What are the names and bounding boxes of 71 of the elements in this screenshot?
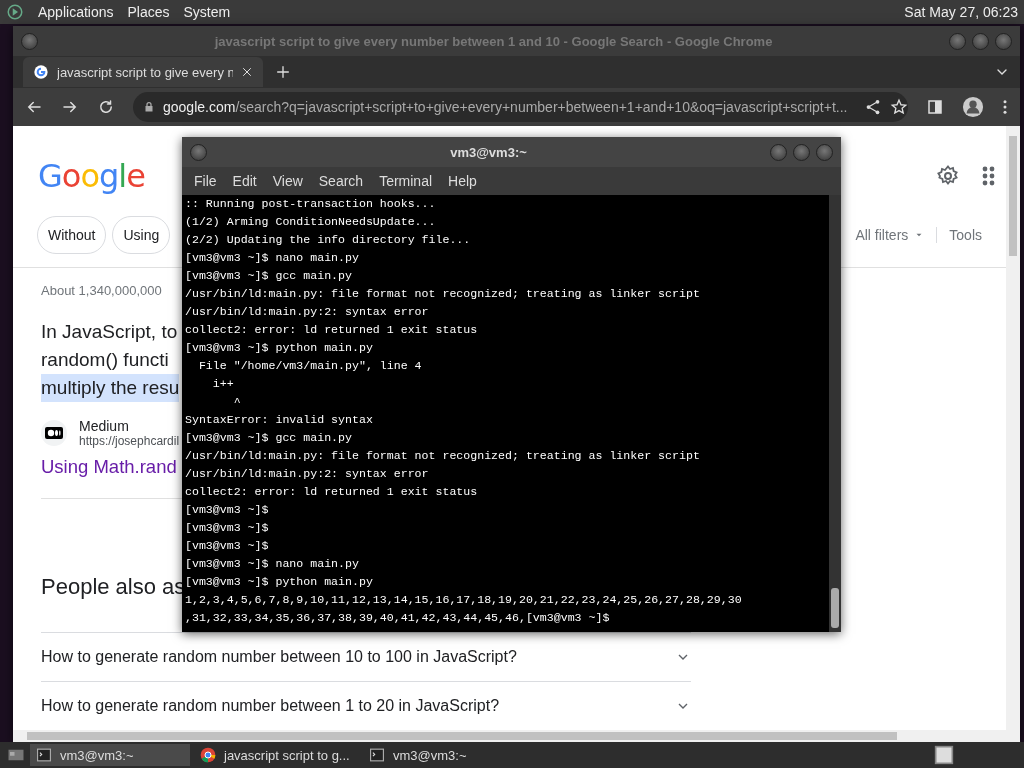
menu-item[interactable]: Edit <box>224 173 265 189</box>
kebab-menu-icon[interactable] <box>1002 98 1008 116</box>
menu-item[interactable]: Help <box>440 173 485 189</box>
snippet-text: random() functi <box>41 348 169 372</box>
source-name: Medium <box>79 418 130 434</box>
terminal-line: File "/home/vm3/main.py", line 4 <box>197 359 422 372</box>
distro-logo-icon <box>6 3 24 21</box>
filter-chip[interactable]: Using <box>112 216 171 254</box>
profile-avatar-icon[interactable] <box>962 96 984 118</box>
workspace-icon[interactable] <box>934 745 954 765</box>
terminal-line: collect2: error: ld returned 1 exit status <box>185 485 478 498</box>
terminal-line: [vm3@vm3 ~]$ <box>185 521 269 534</box>
url-text: google.com/search?q=javascript+script+to+give+every+number+between+1+and+10&oq=javascript+script+t... <box>163 99 848 115</box>
menu-item[interactable]: Search <box>310 173 372 189</box>
filter-button[interactable]: All filters <box>843 227 937 243</box>
taskbar-item[interactable]: javascript script to g... <box>194 744 359 766</box>
clock: Sat May 27, 06:23 <box>904 4 1018 20</box>
horizontal-scrollbar[interactable] <box>13 730 1020 742</box>
menu-item[interactable]: Terminal <box>371 173 441 189</box>
terminal-line: /usr/bin/ld:main.py: file format not recognized; treating as linker script <box>185 449 700 462</box>
taskbar-item[interactable]: vm3@vm3:~ <box>363 744 523 766</box>
terminal-line: collect2: error: ld returned 1 exit status <box>185 323 478 336</box>
filter-button[interactable]: Tools <box>936 227 994 243</box>
menu-item[interactable]: File <box>186 173 225 189</box>
terminal-line: [vm3@vm3 ~]$ <box>185 539 269 552</box>
snippet-text: multiply the resu <box>41 374 180 402</box>
apps-grid-icon <box>982 166 996 186</box>
result-link[interactable]: Using Math.rand <box>41 456 177 478</box>
terminal-icon <box>369 748 385 762</box>
terminal-icon <box>36 748 52 762</box>
terminal-line: i++ <box>211 377 234 390</box>
terminal-line: [vm3@vm3 ~]$ gcc main.py <box>185 431 352 444</box>
vertical-scrollbar[interactable] <box>1006 126 1020 730</box>
terminal-line: (1/2) Arming ConditionNeedsUpdate... <box>185 215 436 228</box>
side-panel-icon[interactable] <box>926 98 944 116</box>
lock-icon <box>143 101 155 113</box>
taskbar-item[interactable]: vm3@vm3:~ <box>30 744 190 766</box>
terminal-line: :: Running post-transaction hooks... <box>185 197 436 210</box>
window-title: javascript script to give every number between 1 and 10 - Google Search - Google Chrome <box>213 33 774 49</box>
terminal-line: [vm3@vm3 ~]$ <box>185 503 269 516</box>
terminal-line: ^ <box>232 395 241 408</box>
terminal-line: (2/2) Updating the info directory file... <box>185 233 471 246</box>
terminal-scrollbar[interactable] <box>829 195 841 632</box>
terminal-line: [vm3@vm3 ~]$ python main.py <box>185 575 373 588</box>
terminal-line: [vm3@vm3 ~]$ nano main.py <box>185 251 359 264</box>
address-bar[interactable]: google.com/search?q=javascript+script+to+give+every+number+between+1+and+10&oq=javascript+script+t... <box>133 92 908 122</box>
source-url: https://josephcardil <box>79 434 180 448</box>
snippet-text: In JavaScript, to <box>41 320 178 344</box>
filter-chip[interactable]: Without <box>37 216 107 254</box>
google-g-icon <box>33 64 49 80</box>
terminal-line: SyntaxError: invalid syntax <box>185 413 373 426</box>
medium-logo-icon <box>41 420 67 446</box>
reload-icon[interactable] <box>97 98 115 116</box>
terminal-line: ,31,32,33,34,35,36,37,38,39,40,41,42,43,44,45,46,[vm3@vm3 ~]$ <box>185 611 610 624</box>
terminal-line: /usr/bin/ld:main.py: file format not recognized; treating as linker script <box>185 287 700 300</box>
terminal-line: 1,2,3,4,5,6,7,8,9,10,11,12,13,14,15,16,17,18,19,20,21,22,23,24,25,26,27,28,29,30 <box>185 593 742 606</box>
terminal-line: [vm3@vm3 ~]$ gcc main.py <box>185 269 352 282</box>
terminal-line: /usr/bin/ld:main.py:2: syntax error <box>185 305 429 318</box>
panel-menu[interactable]: System <box>183 4 231 20</box>
terminal-line: [vm3@vm3 ~]$ python main.py <box>185 341 373 354</box>
panel-menu[interactable]: Places <box>127 4 170 20</box>
chrome-icon <box>200 747 216 763</box>
star-icon[interactable] <box>889 98 908 116</box>
plus-icon[interactable] <box>275 64 291 80</box>
terminal-line: [vm3@vm3 ~]$ nano main.py <box>185 557 359 570</box>
google-logo[interactable]: Google <box>38 157 145 195</box>
result-count: About 1,340,000,000 <box>41 283 162 298</box>
window-title: vm3@vm3:~ <box>449 144 528 160</box>
menu-item[interactable]: View <box>264 173 311 189</box>
terminal-line: /usr/bin/ld:main.py:2: syntax error <box>185 467 429 480</box>
panel-menu[interactable]: Applications <box>38 4 114 20</box>
